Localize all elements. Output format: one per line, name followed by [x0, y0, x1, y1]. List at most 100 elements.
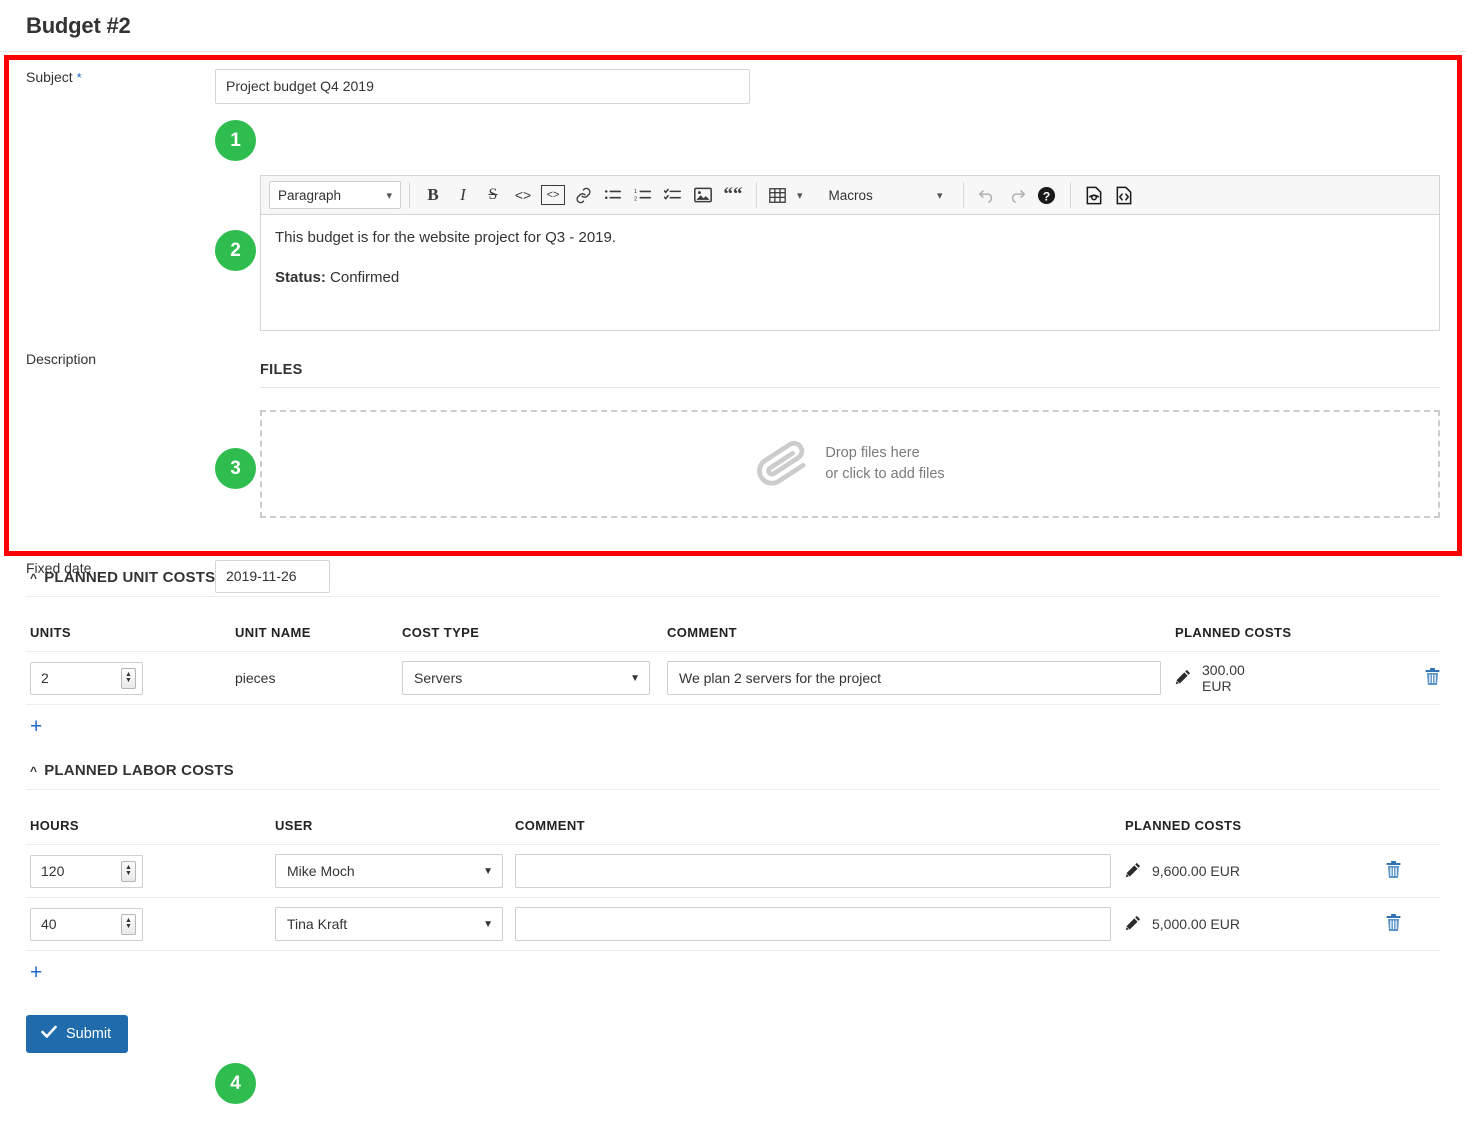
col-unit-name: UNIT NAME: [231, 597, 398, 652]
labor-costs-table: HOURS USER COMMENT PLANNED COSTS 120 ▲▼: [26, 790, 1440, 951]
col-hours: HOURS: [26, 790, 271, 845]
planned-labor-costs-title: PLANNED LABOR COSTS: [44, 762, 234, 779]
numbered-list-icon[interactable]: 1 2: [628, 180, 658, 210]
fixed-date-input[interactable]: 2019-11-26: [215, 560, 330, 593]
strikethrough-icon[interactable]: S: [478, 180, 508, 210]
toolbar-divider: [756, 182, 757, 208]
planned-costs-group: 9,600.00 EUR: [1125, 861, 1440, 881]
planned-costs-group: 300.00 EUR: [1175, 662, 1440, 694]
user-select[interactable]: Tina Kraft ▼: [275, 907, 503, 941]
toolbar-divider: [409, 182, 410, 208]
description-label: Description: [26, 351, 97, 367]
planned-costs-cell: 5,000.00 EUR: [1121, 897, 1440, 951]
comment-cell: [511, 897, 1121, 951]
dropzone-line-2: or click to add files: [825, 466, 945, 482]
macros-label: Macros: [828, 187, 873, 203]
check-icon: [41, 1025, 57, 1043]
italic-icon[interactable]: I: [448, 180, 478, 210]
link-icon[interactable]: [568, 180, 598, 210]
hours-value: 40: [41, 916, 57, 932]
comment-cell: [511, 844, 1121, 898]
bulleted-list-icon[interactable]: [598, 180, 628, 210]
planned-costs-value: 300.00 EUR: [1202, 662, 1245, 694]
col-planned-costs: PLANNED COSTS: [1171, 597, 1440, 652]
comment-input[interactable]: [515, 854, 1111, 888]
hours-input[interactable]: 40 ▲ ▼: [30, 907, 143, 941]
delete-row-icon[interactable]: [1386, 914, 1401, 934]
planned-labor-costs-section: ^ PLANNED LABOR COSTS HOURS USER COMMENT…: [0, 756, 1466, 988]
edit-pencil-icon[interactable]: [1125, 862, 1141, 881]
subject-label-text: Subject: [26, 69, 73, 85]
units-input[interactable]: 2 ▲ ▼: [30, 661, 143, 695]
undo-icon[interactable]: [972, 180, 1002, 210]
svg-text:?: ?: [1043, 189, 1051, 203]
hours-stepper[interactable]: ▲ ▼: [121, 913, 136, 935]
table-header-row: HOURS USER COMMENT PLANNED COSTS: [26, 790, 1440, 845]
units-stepper[interactable]: ▲ ▼: [121, 667, 136, 689]
fixed-date-label: Fixed date: [26, 560, 92, 576]
cost-type-cell: Servers ▼: [398, 651, 663, 705]
macros-select[interactable]: Macros ▾: [821, 181, 951, 209]
quote-icon[interactable]: ““: [718, 180, 748, 210]
add-unit-cost-row[interactable]: +: [26, 705, 1440, 742]
help-icon[interactable]: ?: [1032, 180, 1062, 210]
add-icon[interactable]: +: [30, 716, 42, 737]
planned-costs-value: 9,600.00 EUR: [1152, 863, 1240, 879]
preview-icon[interactable]: [1079, 180, 1109, 210]
col-user: USER: [271, 790, 511, 845]
svg-text:1: 1: [634, 189, 637, 195]
user-select[interactable]: Mike Moch ▼: [275, 854, 503, 888]
chevron-down-icon: ▼: [483, 918, 493, 930]
col-cost-type: COST TYPE: [398, 597, 663, 652]
add-icon[interactable]: +: [30, 962, 42, 983]
add-labor-cost-row[interactable]: +: [26, 951, 1440, 988]
paragraph-style-select[interactable]: Paragraph ▾: [269, 181, 401, 209]
description-editor-body[interactable]: This budget is for the website project f…: [260, 215, 1440, 331]
chevron-down-icon[interactable]: ▾: [797, 189, 803, 202]
inline-code-icon[interactable]: <>: [508, 180, 538, 210]
hours-stepper[interactable]: ▲ ▼: [121, 860, 136, 882]
planned-costs-cell: 9,600.00 EUR: [1121, 844, 1440, 898]
hours-cell: 120 ▲ ▼: [26, 844, 271, 898]
planned-labor-costs-header[interactable]: ^ PLANNED LABOR COSTS: [26, 756, 1440, 790]
table-row: 120 ▲ ▼ Mike Moch ▼ 9,600.00 EUR: [26, 844, 1440, 898]
chevron-down-icon: ▾: [937, 189, 943, 202]
table-header-row: UNITS UNIT NAME COST TYPE COMMENT PLANNE…: [26, 597, 1440, 652]
history-group: ?: [968, 176, 1066, 214]
edit-pencil-icon[interactable]: [1125, 915, 1141, 934]
comment-input[interactable]: We plan 2 servers for the project: [667, 661, 1161, 695]
toolbar-divider: [1069, 182, 1071, 208]
comment-input[interactable]: [515, 907, 1111, 941]
subject-input[interactable]: Project budget Q4 2019: [215, 69, 750, 104]
edit-pencil-icon[interactable]: [1175, 669, 1191, 688]
subject-label: Subject *: [0, 69, 215, 85]
bold-icon[interactable]: B: [418, 180, 448, 210]
user-value: Mike Moch: [287, 863, 355, 879]
table-icon[interactable]: [765, 180, 789, 210]
page-header: Budget #2: [0, 0, 1466, 52]
hours-input[interactable]: 120 ▲ ▼: [30, 854, 143, 888]
checklist-icon[interactable]: [658, 180, 688, 210]
cost-type-select[interactable]: Servers ▼: [402, 661, 650, 695]
dropzone-line-1: Drop files here: [825, 445, 920, 461]
image-icon[interactable]: [688, 180, 718, 210]
source-code-icon[interactable]: [1109, 180, 1139, 210]
user-value: Tina Kraft: [287, 916, 348, 932]
status-label: Status:: [275, 269, 326, 286]
code-block-icon[interactable]: <>: [538, 180, 568, 210]
submit-button[interactable]: Submit: [26, 1015, 129, 1053]
planned-costs-group: 5,000.00 EUR: [1125, 914, 1440, 934]
file-dropzone[interactable]: Drop files here or click to add files: [260, 410, 1440, 518]
paragraph-style-value: Paragraph: [278, 187, 342, 203]
page-title: Budget #2: [26, 12, 131, 38]
chevron-down-icon: ▼: [483, 865, 493, 877]
delete-row-icon[interactable]: [1425, 668, 1440, 688]
delete-row-icon[interactable]: [1386, 861, 1401, 881]
submit-button-label: Submit: [66, 1026, 112, 1042]
status-value: Confirmed: [330, 269, 400, 286]
hours-cell: 40 ▲ ▼: [26, 897, 271, 951]
units-cell: 2 ▲ ▼: [26, 651, 231, 705]
user-cell: Mike Moch ▼: [271, 844, 511, 898]
redo-icon[interactable]: [1002, 180, 1032, 210]
budget-form: Subject * 1 Project budget Q4 2019 Descr…: [0, 52, 1466, 1104]
